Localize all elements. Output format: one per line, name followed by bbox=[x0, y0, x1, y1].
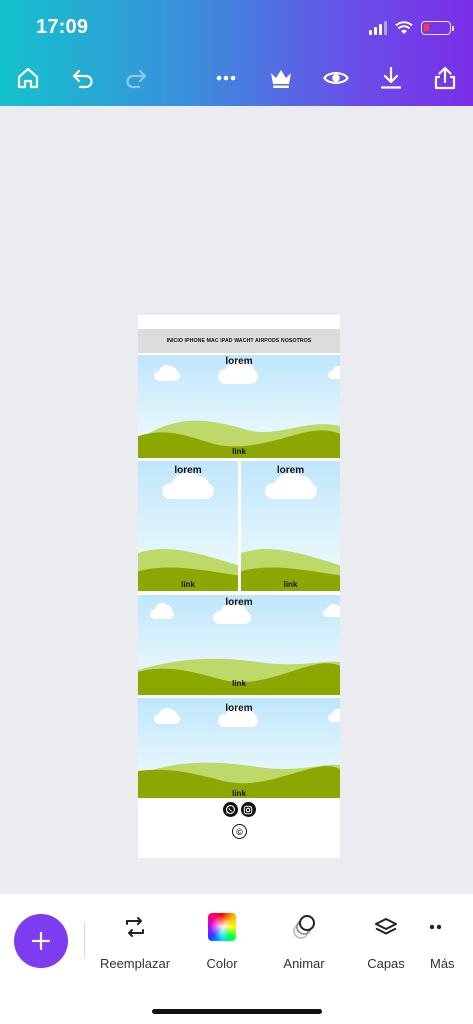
color-icon bbox=[207, 912, 237, 942]
tool-replace[interactable]: Reemplazar bbox=[95, 912, 175, 971]
whatsapp-icon[interactable] bbox=[222, 802, 238, 817]
home-indicator bbox=[152, 1009, 322, 1014]
panel-link[interactable]: link bbox=[138, 789, 340, 798]
add-button[interactable] bbox=[14, 914, 68, 968]
social-icons bbox=[138, 802, 340, 817]
plus-icon bbox=[31, 931, 51, 951]
panel-title: lorem bbox=[225, 356, 253, 367]
design-panel-1[interactable]: lorem link bbox=[138, 355, 340, 458]
more-icon bbox=[428, 912, 458, 942]
animate-icon bbox=[289, 912, 319, 942]
copyright-icon: © bbox=[232, 824, 247, 839]
panel-title: lorem bbox=[225, 597, 253, 608]
share-icon[interactable] bbox=[429, 62, 461, 94]
panel-title: lorem bbox=[276, 465, 305, 476]
design-canvas[interactable]: INICIO IPHONE MAC IPAD WACHT AIRPODS NOS… bbox=[138, 315, 340, 858]
download-icon[interactable] bbox=[375, 62, 407, 94]
crown-icon[interactable] bbox=[265, 62, 297, 94]
layers-icon bbox=[371, 912, 401, 942]
top-bar: 17:09 bbox=[0, 0, 473, 106]
redo-icon[interactable] bbox=[120, 62, 152, 94]
tool-layers[interactable]: Capas bbox=[346, 912, 426, 971]
bottom-toolbar: Reemplazar Color Animar Capas Más bbox=[0, 894, 473, 1024]
tool-label: Animar bbox=[283, 956, 325, 971]
panel-title: lorem bbox=[174, 465, 202, 476]
tool-label: Más bbox=[430, 956, 455, 971]
tool-label: Color bbox=[206, 956, 238, 971]
battery-icon bbox=[421, 21, 454, 35]
wifi-icon bbox=[395, 21, 413, 34]
tool-color[interactable]: Color bbox=[182, 912, 262, 971]
panel-link[interactable]: link bbox=[138, 679, 340, 688]
tool-label: Reemplazar bbox=[99, 956, 171, 971]
panel-link[interactable]: link bbox=[138, 447, 340, 456]
undo-icon[interactable] bbox=[67, 62, 99, 94]
more-icon[interactable] bbox=[210, 62, 242, 94]
tool-more[interactable]: Más bbox=[428, 912, 473, 971]
tool-label: Capas bbox=[367, 956, 405, 971]
signal-icon bbox=[369, 21, 387, 35]
preview-icon[interactable] bbox=[320, 62, 352, 94]
status-icons bbox=[369, 18, 454, 38]
design-nav-bar[interactable]: INICIO IPHONE MAC IPAD WACHT AIRPODS NOS… bbox=[138, 329, 340, 353]
panel-title: lorem bbox=[225, 703, 253, 714]
panel-link[interactable]: link bbox=[138, 580, 238, 589]
design-panel-3[interactable]: lorem link bbox=[241, 461, 340, 591]
instagram-icon[interactable] bbox=[240, 802, 256, 817]
design-nav-text: INICIO IPHONE MAC IPAD WACHT AIRPODS NOS… bbox=[166, 338, 312, 344]
replace-icon bbox=[120, 912, 150, 942]
panel-link[interactable]: link bbox=[241, 580, 340, 589]
status-time: 17:09 bbox=[36, 16, 89, 38]
toolbar-divider bbox=[84, 922, 85, 958]
design-panel-5[interactable]: lorem link bbox=[138, 698, 340, 798]
tool-animate[interactable]: Animar bbox=[264, 912, 344, 971]
design-panel-2[interactable]: lorem link bbox=[138, 461, 238, 591]
design-panel-4[interactable]: lorem link bbox=[138, 595, 340, 695]
home-icon[interactable] bbox=[12, 62, 44, 94]
